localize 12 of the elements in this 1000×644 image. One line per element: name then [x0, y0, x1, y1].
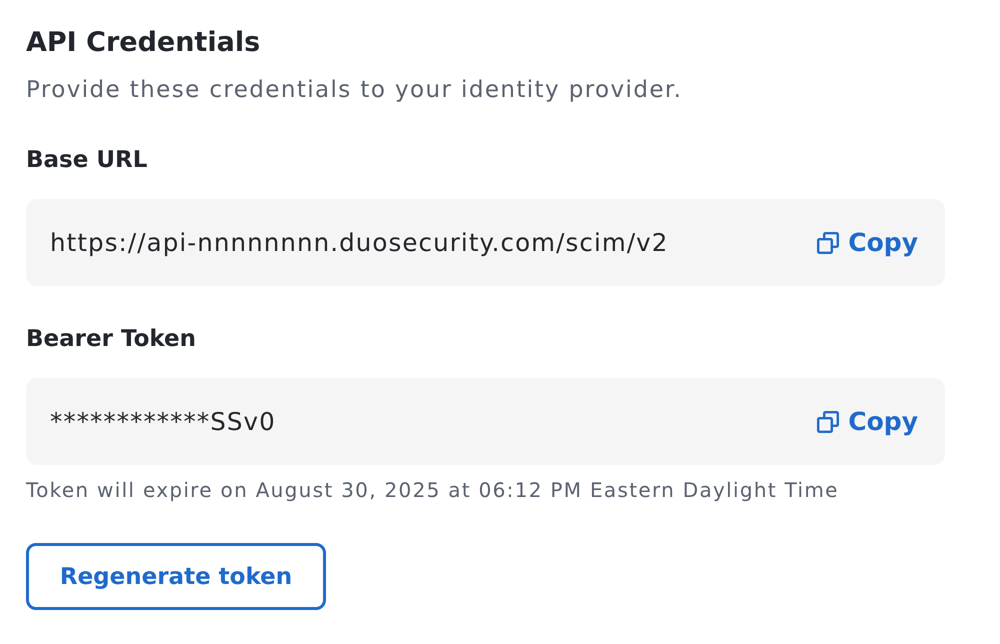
field-value: ************SSv0: [50, 407, 276, 436]
expiry-note: Token will expire on August 30, 2025 at 06:12 PM Eastern Daylight Time: [26, 477, 840, 503]
copy-button[interactable]: Copy: [817, 407, 918, 436]
section-description: Provide these credentials to your identity provider.: [26, 76, 684, 105]
regenerate-token-button[interactable]: Regenerate token: [26, 543, 326, 610]
copy-icon: [817, 410, 840, 432]
section-title: API Credentials: [26, 26, 262, 60]
copy-button[interactable]: Copy: [817, 228, 918, 257]
field-label: Base URL: [26, 146, 148, 175]
field-label: Bearer Token: [26, 325, 198, 354]
copy-icon: [817, 232, 840, 254]
field-value: https://api-nnnnnnnn.duosecurity.com/scim/v2: [50, 228, 668, 257]
